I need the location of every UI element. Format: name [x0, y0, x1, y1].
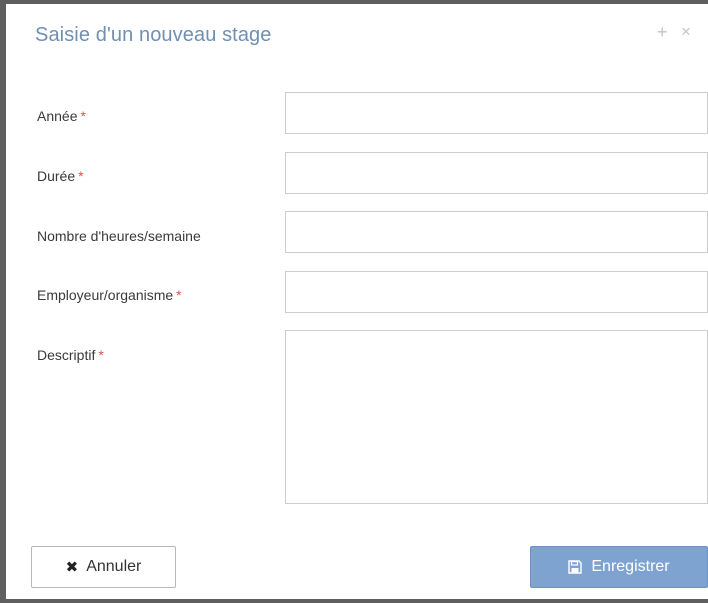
field-label-descriptif: Descriptif * — [37, 347, 104, 363]
heures-semaine-input[interactable] — [285, 211, 708, 253]
duree-input[interactable] — [285, 152, 708, 194]
dialog-title: Saisie d'un nouveau stage — [35, 24, 272, 46]
annee-input[interactable] — [285, 92, 708, 134]
field-label-annee: Année * — [37, 108, 86, 124]
field-label-heures-semaine: Nombre d'heures/semaine — [37, 228, 201, 244]
floppy-disk-icon — [568, 560, 583, 574]
employeur-input[interactable] — [285, 271, 708, 313]
label-text: Descriptif — [37, 347, 96, 363]
times-icon: ✖ — [65, 559, 79, 576]
cancel-button[interactable]: ✖ Annuler — [31, 546, 176, 588]
descriptif-textarea[interactable] — [285, 330, 708, 504]
required-marker: * — [80, 108, 86, 124]
save-button-label: Enregistrer — [591, 558, 670, 575]
required-marker: * — [78, 168, 84, 184]
label-text: Année — [37, 108, 78, 124]
close-icon[interactable]: × — [681, 22, 691, 42]
label-text: Employeur/organisme — [37, 287, 174, 303]
label-text: Nombre d'heures/semaine — [37, 228, 201, 244]
expand-icon[interactable]: + — [657, 22, 668, 42]
field-label-employeur: Employeur/organisme * — [37, 287, 182, 303]
save-button[interactable]: Enregistrer — [530, 546, 708, 588]
required-marker: * — [176, 287, 182, 303]
dialog-window: Saisie d'un nouveau stage + × Année * Dur… — [0, 0, 708, 603]
field-label-duree: Durée * — [37, 168, 84, 184]
label-text: Durée — [37, 168, 76, 184]
cancel-button-label: Annuler — [86, 558, 142, 575]
dialog-header: Saisie d'un nouveau stage + × — [6, 4, 708, 68]
required-marker: * — [98, 347, 104, 363]
